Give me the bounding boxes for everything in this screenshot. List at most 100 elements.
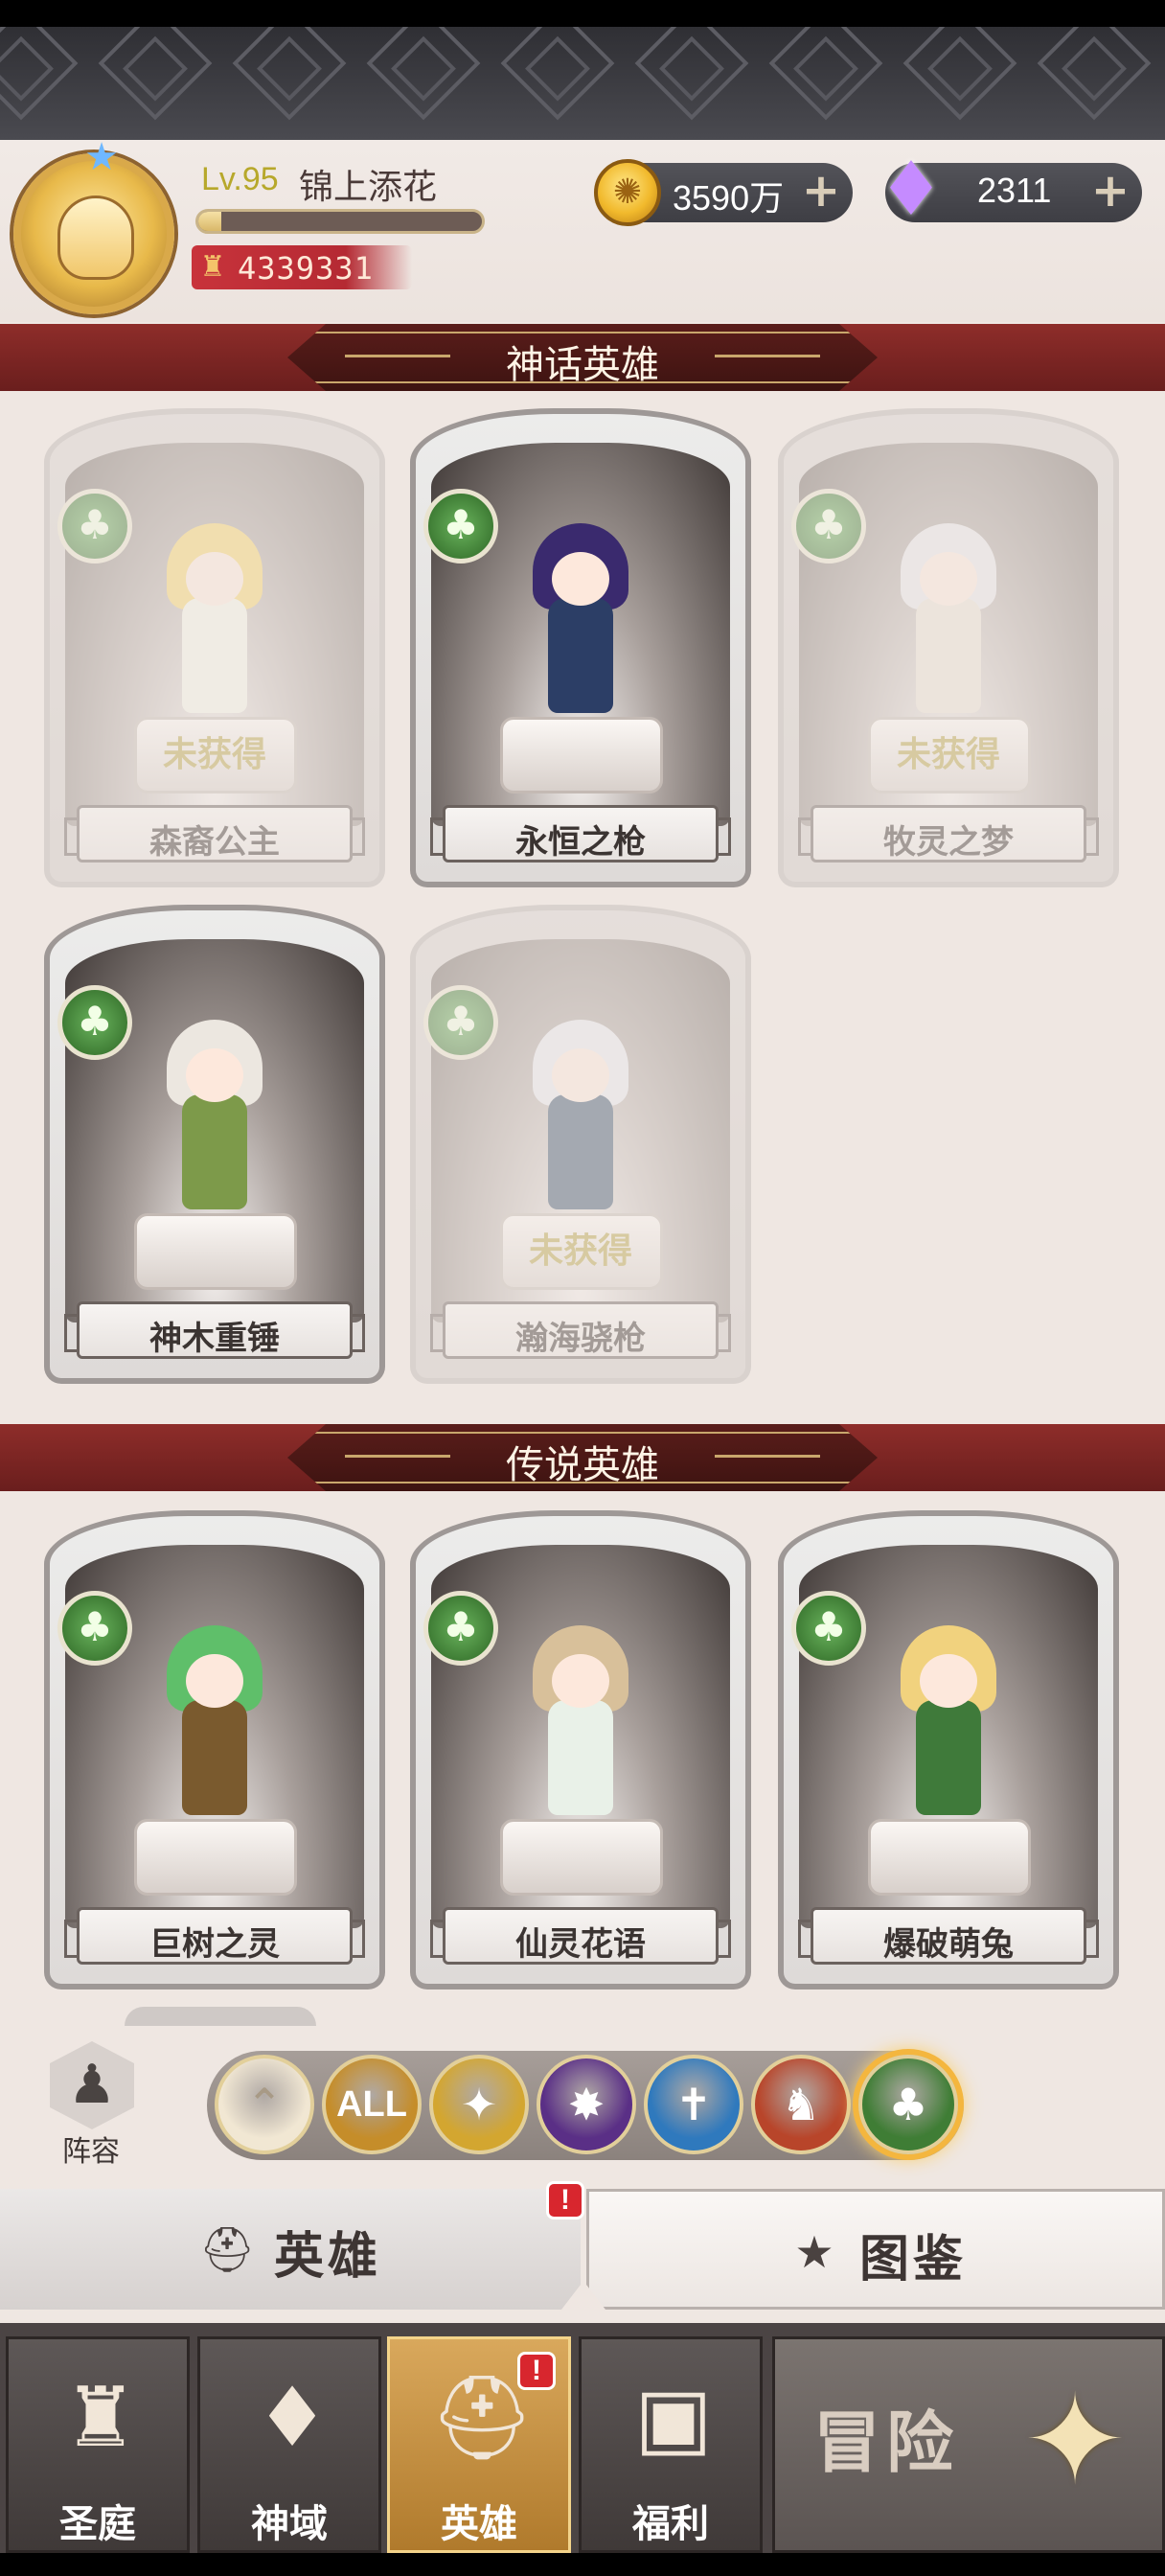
lineup-button[interactable]: 阵容 xyxy=(38,2041,144,2169)
hero-card[interactable]: 未获得 牧灵之梦 xyxy=(778,408,1119,887)
adventure-label: 冒险 xyxy=(813,2404,959,2482)
section-title: 神话英雄 xyxy=(506,343,659,387)
unobtained-label: 未获得 xyxy=(896,735,1000,774)
hero-name: 神木重锤 xyxy=(149,1320,280,1358)
nature-faction-icon xyxy=(423,985,498,1060)
hero-name-plate: 神木重锤 xyxy=(64,1301,365,1359)
light-faction-icon[interactable]: ✦ xyxy=(429,2055,529,2154)
legend-section-banner: 传说英雄 xyxy=(0,1424,1165,1491)
codex-book-icon: ★ xyxy=(794,2226,834,2278)
chess-piece-icon xyxy=(50,2041,134,2129)
arrow-up-icon[interactable]: ⌃ xyxy=(215,2055,314,2154)
tab-codex[interactable]: ★ 图鉴 xyxy=(586,2189,1165,2310)
power-crest-icon: ♜ xyxy=(199,250,226,284)
nature-faction-icon xyxy=(791,489,866,564)
star-icon: ★ xyxy=(84,135,119,179)
mythic-section-banner: 神话英雄 xyxy=(0,324,1165,391)
nature-faction-icon xyxy=(423,489,498,564)
hero-name: 爆破萌兔 xyxy=(883,1925,1014,1964)
hero-sprite xyxy=(514,1625,648,1836)
exp-bar xyxy=(195,209,485,234)
hero-card[interactable]: 永恒之枪 xyxy=(410,408,751,887)
hero-sprite xyxy=(881,523,1016,734)
exp-bar-fill xyxy=(198,212,221,231)
hero-name: 仙灵花语 xyxy=(515,1925,646,1964)
nature-faction-icon xyxy=(57,489,132,564)
nature-faction-icon xyxy=(57,1591,132,1666)
nav-label: 神域 xyxy=(251,2502,328,2546)
combat-power-value: 4339331 xyxy=(238,250,374,287)
nature-faction-icon[interactable]: ♣ xyxy=(858,2055,958,2154)
heroes-alert-badge: ! xyxy=(546,2181,584,2220)
hero-name-plate: 森裔公主 xyxy=(64,805,365,862)
hero-card[interactable]: 神木重锤 xyxy=(44,905,385,1384)
lineup-label: 阵容 xyxy=(62,2135,120,2169)
hero-name-plate: 牧灵之梦 xyxy=(798,805,1099,862)
hero-card[interactable]: 巨树之灵 xyxy=(44,1510,385,1990)
status-bar xyxy=(0,0,1165,27)
nature-faction-icon xyxy=(57,985,132,1060)
nav-label: 英雄 xyxy=(441,2502,517,2546)
hero-name-plate: 爆破萌兔 xyxy=(798,1907,1099,1965)
next-card-peek xyxy=(125,2007,316,2026)
adventure-button[interactable]: 冒险 ✦ xyxy=(772,2336,1165,2553)
treasure-chest-icon: ▣ xyxy=(634,2370,713,2466)
nav-welfare[interactable]: ▣ 福利 xyxy=(579,2336,763,2553)
hero-card[interactable]: 仙灵花语 xyxy=(410,1510,751,1990)
gold-value: 3590万 xyxy=(673,178,785,218)
add-gold-button[interactable]: + xyxy=(799,168,843,215)
hero-sprite xyxy=(514,1020,648,1230)
nav-label: 圣庭 xyxy=(59,2502,136,2546)
hero-name-plate: 永恒之枪 xyxy=(430,805,731,862)
game-screen: ★ Lv.95 锦上添花 ♜ 4339331 3590万 + 2311 + 神话… xyxy=(0,0,1165,2576)
nav-sanctuary[interactable]: ♜ 圣庭 xyxy=(6,2336,190,2553)
decorative-header-pattern xyxy=(0,27,1165,140)
holy-faction-icon[interactable]: ✝ xyxy=(644,2055,743,2154)
unobtained-label: 未获得 xyxy=(528,1231,632,1271)
avatar-portrait xyxy=(57,196,134,280)
nav-divine-realm[interactable]: ♦ 神域 xyxy=(197,2336,381,2553)
nav-heroes-alert-badge: ! xyxy=(517,2352,556,2390)
hero-name-plate: 瀚海骁枪 xyxy=(430,1301,731,1359)
gold-coin-icon xyxy=(594,159,661,226)
tab-codex-label: 图鉴 xyxy=(859,2231,968,2288)
hero-name: 瀚海骁枪 xyxy=(515,1320,646,1358)
hero-name: 牧灵之梦 xyxy=(883,823,1014,862)
hero-name: 永恒之枪 xyxy=(515,823,646,862)
gem-counter: 2311 + xyxy=(878,151,1142,222)
gem-value: 2311 xyxy=(977,171,1052,210)
hero-card[interactable]: 未获得 瀚海骁枪 xyxy=(410,905,751,1384)
player-header: ★ Lv.95 锦上添花 ♜ 4339331 3590万 + 2311 + xyxy=(0,136,1165,322)
nav-label: 福利 xyxy=(632,2502,709,2546)
nature-faction-icon xyxy=(791,1591,866,1666)
player-name: 锦上添花 xyxy=(299,168,438,207)
castle-icon: ♜ xyxy=(63,2370,138,2466)
gold-counter: 3590万 + xyxy=(594,159,853,226)
hero-name-plate: 巨树之灵 xyxy=(64,1907,365,1965)
hero-sprite xyxy=(148,523,282,734)
tab-heroes[interactable]: ⛑ 英雄 xyxy=(0,2189,581,2310)
hero-name: 森裔公主 xyxy=(149,823,280,862)
hero-card[interactable]: 爆破萌兔 xyxy=(778,1510,1119,1990)
bottom-navigation: ♜ 圣庭 ♦ 神域 ⛑ 英雄 ! ▣ 福利 冒险 ✦ xyxy=(0,2323,1165,2553)
nature-faction-icon xyxy=(423,1591,498,1666)
hero-name: 巨树之灵 xyxy=(149,1925,280,1964)
home-indicator-bar xyxy=(0,2553,1165,2576)
hero-sprite xyxy=(881,1625,1016,1836)
combat-power: ♜ 4339331 xyxy=(192,245,412,289)
unobtained-label: 未获得 xyxy=(162,735,266,774)
hero-name-plate: 仙灵花语 xyxy=(430,1907,731,1965)
compass-icon: ✦ xyxy=(1022,2367,1128,2513)
dark-faction-icon[interactable]: ✸ xyxy=(537,2055,636,2154)
fire-faction-icon[interactable]: ♞ xyxy=(751,2055,851,2154)
diamond-gem-icon xyxy=(878,151,945,226)
hero-card[interactable]: 未获得 森裔公主 xyxy=(44,408,385,887)
player-level: Lv.95 xyxy=(201,161,279,197)
all-filter[interactable]: ALL xyxy=(322,2055,422,2154)
crystal-altar-icon: ♦ xyxy=(255,2370,330,2466)
helmet-icon: ⛑ xyxy=(199,2223,256,2275)
hero-sprite xyxy=(514,523,648,734)
player-avatar[interactable]: ★ xyxy=(13,136,174,314)
add-gem-button[interactable]: + xyxy=(1088,168,1132,215)
hero-sprite xyxy=(148,1625,282,1836)
